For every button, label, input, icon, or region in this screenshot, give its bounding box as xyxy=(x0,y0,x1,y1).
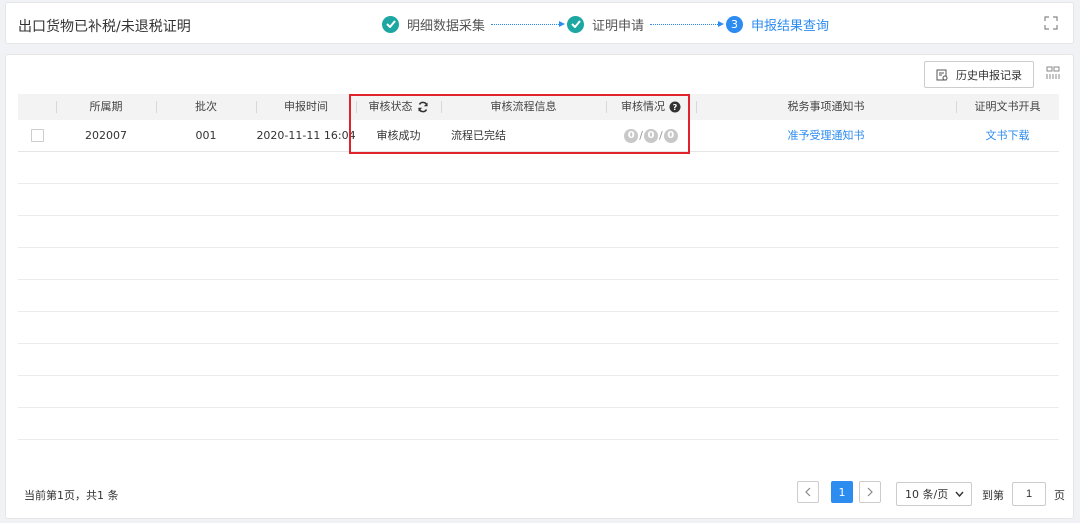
history-icon xyxy=(936,69,948,80)
step-cert-apply[interactable]: 证明申请 xyxy=(567,15,644,34)
header-time: 申报时间 xyxy=(256,94,356,120)
page-number: 1 xyxy=(831,481,853,503)
chevron-down-icon xyxy=(955,491,964,497)
notice-link[interactable]: 准予受理通知书 xyxy=(788,120,865,151)
cell-status: 审核成功 xyxy=(376,129,421,142)
step-label: 证明申请 xyxy=(592,18,645,34)
page-suffix-label: 页 xyxy=(1054,489,1065,502)
result-table: 所属期 批次 申报时间 审核状态 审核流程信息 审核情况 ? 税务事项通知书 证… xyxy=(18,94,1059,440)
goto-page-input[interactable] xyxy=(1012,482,1046,506)
refresh-icon[interactable] xyxy=(417,101,429,113)
empty-row xyxy=(18,376,1059,408)
page-size-value: 10 条/页 xyxy=(905,488,949,501)
step-number: 3 xyxy=(726,15,744,33)
step-connector xyxy=(650,20,725,27)
cell-review: 0/0/0 xyxy=(606,120,696,151)
step-label: 申报结果查询 xyxy=(751,18,830,34)
fullscreen-icon[interactable] xyxy=(1044,16,1058,30)
goto-label: 到第 xyxy=(982,489,1004,502)
header-flow: 审核流程信息 xyxy=(441,94,606,120)
header-batch: 批次 xyxy=(156,94,256,120)
main-panel: 历史申报记录 所属期 批次 申报时间 审核状态 审核流程信息 审核情况 ? 税务… xyxy=(5,54,1074,519)
page-title: 出口货物已补税/未退税证明 xyxy=(18,19,191,35)
step-connector xyxy=(491,20,566,27)
prev-page-button[interactable] xyxy=(797,481,819,503)
check-icon xyxy=(382,15,399,33)
doc-download-link[interactable]: 文书下载 xyxy=(986,120,1030,151)
empty-row xyxy=(18,152,1059,184)
svg-text:?: ? xyxy=(673,103,678,112)
review-count-pill: 0 xyxy=(644,128,658,143)
header-status-label: 审核状态 xyxy=(368,100,413,113)
header-notice: 税务事项通知书 xyxy=(696,94,956,120)
help-icon[interactable]: ? xyxy=(669,101,681,113)
empty-row xyxy=(18,312,1059,344)
empty-row xyxy=(18,216,1059,248)
header-period: 所属期 xyxy=(56,94,156,120)
step-result-query[interactable]: 3 申报结果查询 xyxy=(726,15,829,34)
table-row: 202007 001 2020-11-11 16:04 审核成功 流程已完结 0… xyxy=(18,120,1059,152)
table-header: 所属期 批次 申报时间 审核状态 审核流程信息 审核情况 ? 税务事项通知书 证… xyxy=(18,94,1059,120)
header-select xyxy=(18,94,56,120)
check-icon xyxy=(567,15,585,33)
page-size-select[interactable]: 10 条/页 xyxy=(896,482,972,506)
review-count-pill: 0 xyxy=(663,128,678,143)
progress-steps: 明细数据采集 证明申请 3 申报结果查询 xyxy=(382,14,829,34)
empty-row xyxy=(18,408,1059,440)
empty-row xyxy=(18,248,1059,280)
cell-period: 202007 xyxy=(85,129,127,142)
header-status: 审核状态 xyxy=(356,94,441,120)
chevron-right-icon xyxy=(859,481,881,503)
empty-row xyxy=(18,184,1059,216)
history-records-button[interactable]: 历史申报记录 xyxy=(924,61,1034,88)
header-review: 审核情况 ? xyxy=(606,94,696,120)
column-settings-icon[interactable] xyxy=(1046,66,1060,80)
cell-time: 2020-11-11 16:04 xyxy=(256,129,356,142)
empty-row xyxy=(18,344,1059,376)
pagination-summary: 当前第1页，共1 条 xyxy=(24,489,119,502)
row-select-cell xyxy=(18,120,56,151)
page-1-button[interactable]: 1 xyxy=(831,481,853,503)
cell-notice: 准予受理通知书 xyxy=(696,120,956,151)
step-label: 明细数据采集 xyxy=(407,18,486,34)
empty-row xyxy=(18,280,1059,312)
next-page-button[interactable] xyxy=(859,481,881,503)
chevron-left-icon xyxy=(797,481,819,503)
row-checkbox[interactable] xyxy=(30,129,44,142)
history-label: 历史申报记录 xyxy=(956,68,1022,82)
cell-batch: 001 xyxy=(195,129,217,142)
review-count-pill: 0 xyxy=(624,128,639,143)
cell-flow: 流程已完结 xyxy=(451,129,506,142)
header-review-label: 审核情况 xyxy=(621,100,665,113)
page-header: 出口货物已补税/未退税证明 明细数据采集 证明申请 3 申报结果查询 xyxy=(5,2,1074,44)
header-doc: 证明文书开具 xyxy=(956,94,1059,120)
step-detail-collection[interactable]: 明细数据采集 xyxy=(382,15,485,34)
cell-doc: 文书下载 xyxy=(956,120,1059,151)
